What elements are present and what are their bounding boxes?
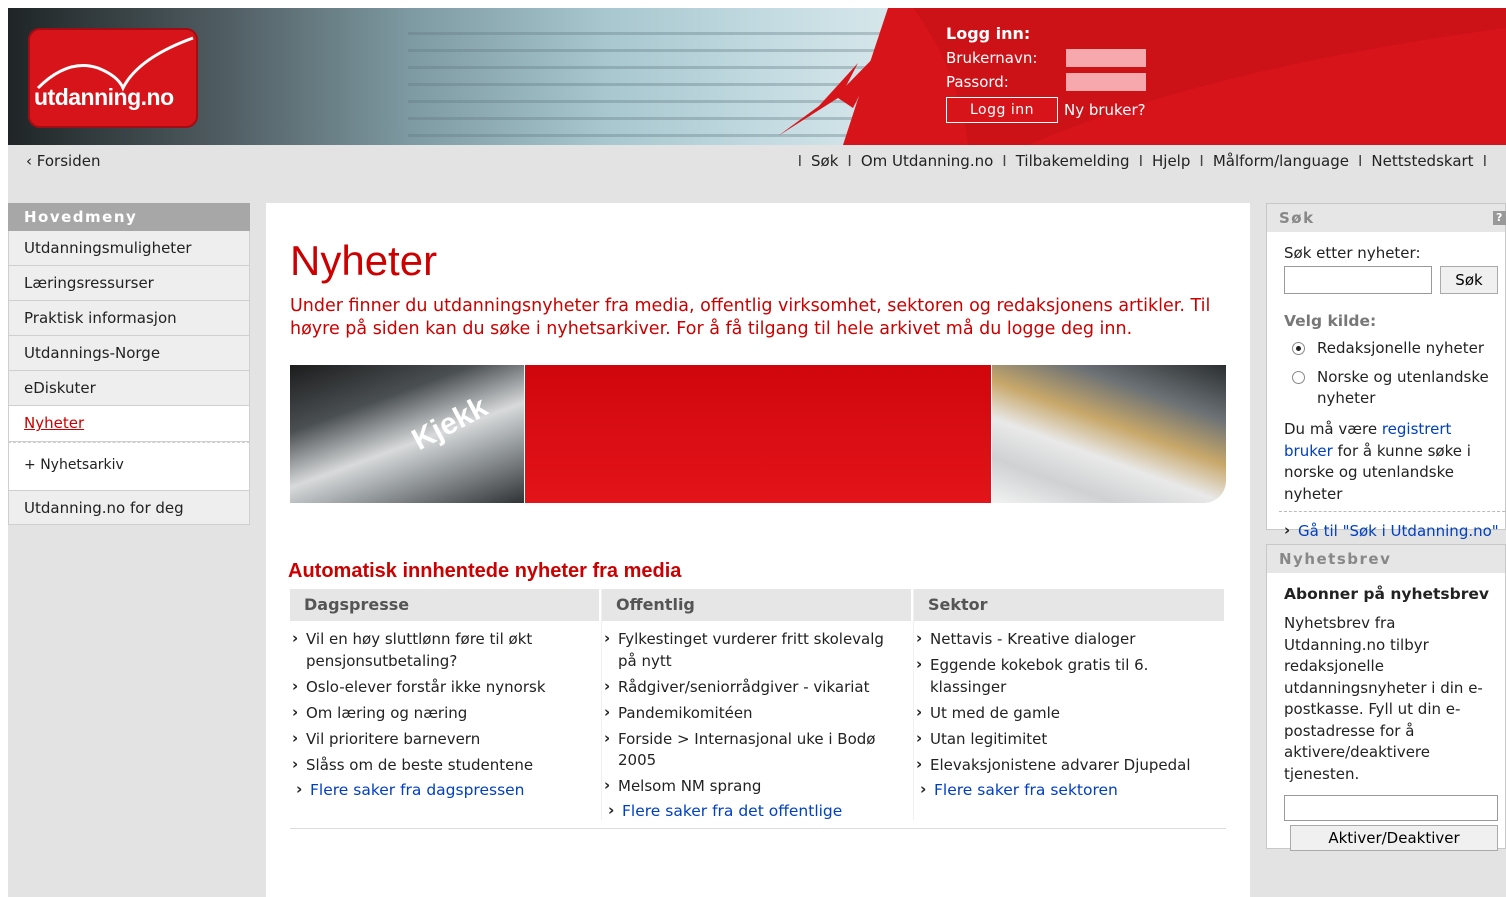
intro-text: Under finner du utdanningsnyheter fra me… (290, 296, 1211, 339)
main-menu: Hovedmeny Utdanningsmuligheter Læringsre… (8, 203, 250, 525)
nav-link-nettstedskart[interactable]: Nettstedskart (1371, 152, 1473, 170)
nav-link-om[interactable]: Om Utdanning.no (861, 152, 993, 170)
search-note: Du må være registrert bruker for å kunne… (1284, 419, 1505, 505)
home-link[interactable]: ‹ Forsiden (26, 152, 100, 170)
page-title: Nyheter (290, 237, 438, 284)
news-link[interactable]: Nettavis - Kreative dialoger (914, 628, 1218, 651)
nav-link-hjelp[interactable]: Hjelp (1152, 152, 1190, 170)
news-link[interactable]: Pandemikomitéen (602, 702, 905, 725)
main-menu-title: Hovedmeny (8, 203, 250, 231)
home-link-label: Forsiden (36, 152, 101, 170)
menu-item-utdanning-for-deg[interactable]: Utdanning.no for deg (8, 490, 250, 525)
search-button[interactable]: Søk (1440, 266, 1498, 294)
radio-unselected-icon[interactable] (1292, 371, 1305, 384)
password-input[interactable] (1066, 73, 1146, 91)
site-logo[interactable]: utdanning.no (28, 28, 198, 128)
username-input[interactable] (1066, 49, 1146, 67)
chevron-left-icon: ‹ (26, 152, 37, 170)
menu-subitem-label: Nyhetsarkiv (40, 457, 124, 473)
menu-item-ediskuter[interactable]: eDiskuter (8, 371, 250, 406)
newsletter-email-input[interactable] (1284, 795, 1498, 821)
banner-newspaper-image (992, 365, 1226, 503)
header: utdanning.no Logg inn: Brukernavn: Passo… (8, 8, 1506, 145)
news-link[interactable]: Vil prioritere barnevern (290, 728, 593, 751)
radio-norske-utenlandske[interactable]: Norske og utenlandske nyheter (1292, 367, 1505, 409)
search-box: Søk ? Søk etter nyheter: Søk Velg kilde:… (1266, 203, 1506, 540)
radio-selected-icon[interactable] (1292, 342, 1305, 355)
section-title: Automatisk innhentede nyheter fra media (288, 560, 682, 582)
login-form: Logg inn: Brukernavn: Passord: Logg inn … (946, 24, 1146, 123)
news-column-dagspresse: Dagspresse Vil en høy sluttlønn føre til… (290, 589, 602, 820)
search-box-title-label: Søk (1279, 209, 1315, 227)
newsletter-subtitle: Abonner på nyhetsbrev (1284, 585, 1489, 603)
login-title: Logg inn: (946, 24, 1031, 43)
news-link[interactable]: Oslo-elever forstår ikke nynorsk (290, 676, 593, 699)
password-label: Passord: (946, 73, 1009, 91)
menu-subitem-nyhetsarkiv[interactable]: + Nyhetsarkiv (8, 442, 250, 490)
top-navigation: ‹ Forsiden I Søk I Om Utdanning.no I Tilbak… (8, 145, 1506, 177)
activate-button[interactable]: Aktiver/Deaktiver (1290, 825, 1498, 851)
column-head: Dagspresse (290, 589, 599, 621)
column-head: Sektor (914, 589, 1224, 621)
news-link[interactable]: Vil en høy sluttlønn føre til økt pensjo… (290, 628, 593, 672)
right-sidebar: Søk ? Søk etter nyheter: Søk Velg kilde:… (1266, 203, 1506, 851)
news-columns: Dagspresse Vil en høy sluttlønn føre til… (290, 589, 1226, 829)
menu-item-utdanningsmuligheter[interactable]: Utdanningsmuligheter (8, 231, 250, 266)
goto-search-link[interactable]: Gå til "Søk i Utdanning.no" (1284, 522, 1499, 540)
news-link[interactable]: Forside > Internasjonal uke i Bodø 2005 (602, 728, 905, 772)
news-link[interactable]: Eggende kokebok gratis til 6. klassinger (914, 654, 1218, 698)
nav-link-malform[interactable]: Målform/language (1213, 152, 1349, 170)
newsletter-box-title: Nyhetsbrev (1267, 545, 1505, 573)
more-link-dagspresse[interactable]: Flere saker fra dagspressen (290, 780, 601, 799)
news-link[interactable]: Ut med de gamle (914, 702, 1218, 725)
header-red-swoosh (778, 8, 1506, 145)
news-link[interactable]: Melsom NM sprang (602, 775, 905, 798)
new-user-link[interactable]: Ny bruker? (1064, 101, 1146, 119)
news-banner: Kjekk (290, 365, 1226, 503)
news-link[interactable]: Rådgiver/seniorrådgiver - vikariat (602, 676, 905, 699)
radio-label: Redaksjonelle nyheter (1317, 339, 1484, 357)
menu-item-laeringsressurser[interactable]: Læringsressurser (8, 266, 250, 301)
banner-red-panel (525, 365, 991, 503)
menu-item-nyheter[interactable]: Nyheter (8, 406, 250, 442)
news-link[interactable]: Om læring og næring (290, 702, 593, 725)
search-box-title: Søk ? (1267, 204, 1506, 232)
radio-label: Norske og utenlandske nyheter (1317, 368, 1489, 407)
more-link-offentlig[interactable]: Flere saker fra det offentlige (602, 801, 913, 820)
logo-wordmark: utdanning.no (34, 84, 174, 110)
nav-link-tilbakemelding[interactable]: Tilbakemelding (1016, 152, 1130, 170)
news-link[interactable]: Slåss om de beste studentene (290, 754, 593, 777)
menu-item-utdannings-norge[interactable]: Utdannings-Norge (8, 336, 250, 371)
more-link-sektor[interactable]: Flere saker fra sektoren (914, 780, 1226, 799)
news-link[interactable]: Utan legitimitet (914, 728, 1218, 751)
plus-icon: + (24, 457, 41, 473)
help-icon[interactable]: ? (1493, 211, 1506, 225)
banner-magazine-word: Kjekk (406, 390, 493, 457)
news-link[interactable]: Elevaksjonistene advarer Djupedal (914, 754, 1218, 777)
radio-redaksjonelle[interactable]: Redaksjonelle nyheter (1292, 338, 1505, 359)
search-label: Søk etter nyheter: (1284, 244, 1421, 262)
newsletter-box: Nyhetsbrev Abonner på nyhetsbrev Nyhetsb… (1266, 544, 1506, 851)
page: utdanning.no Logg inn: Brukernavn: Passo… (8, 8, 1506, 897)
news-column-offentlig: Offentlig Fylkestinget vurderer fritt sk… (602, 589, 914, 820)
login-button[interactable]: Logg inn (946, 97, 1058, 123)
news-link[interactable]: Fylkestinget vurderer fritt skolevalg på… (602, 628, 905, 672)
search-input[interactable] (1284, 266, 1432, 294)
nav-link-sok[interactable]: Søk (811, 152, 838, 170)
banner-magazine-image: Kjekk (290, 365, 524, 503)
news-column-sektor: Sektor Nettavis - Kreative dialoger Egge… (914, 589, 1226, 820)
search-note-start: Du må være (1284, 420, 1382, 438)
username-label: Brukernavn: (946, 49, 1038, 67)
menu-item-praktisk-informasjon[interactable]: Praktisk informasjon (8, 301, 250, 336)
goto-search-row: Gå til "Søk i Utdanning.no" (1279, 511, 1505, 540)
source-label: Velg kilde: (1284, 312, 1377, 330)
top-links: I Søk I Om Utdanning.no I Tilbakemelding IH… (797, 152, 1487, 170)
logo-swoosh-icon (36, 36, 194, 92)
main-content: Nyheter Under finner du utdanningsnyhete… (266, 203, 1250, 897)
newsletter-text: Nyhetsbrev fra Utdanning.no tilbyr redak… (1284, 614, 1483, 783)
column-head: Offentlig (602, 589, 911, 621)
